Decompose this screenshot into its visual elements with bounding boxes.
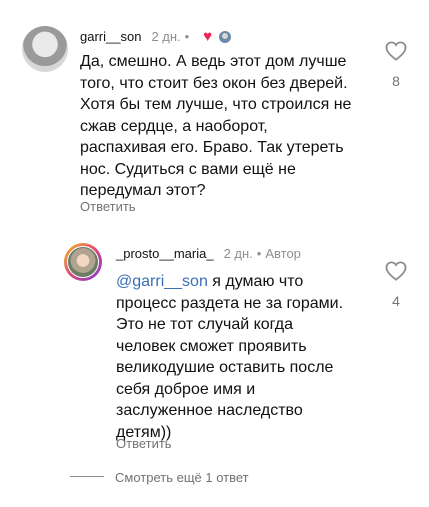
- separator-dot: •: [184, 29, 190, 44]
- reply-button[interactable]: Ответить: [116, 436, 172, 451]
- author-badge: Автор: [265, 246, 301, 261]
- comment-text: @garri__son я думаю что процесс раздета …: [116, 273, 344, 441]
- heart-outline-icon[interactable]: [381, 41, 411, 65]
- heart-filled-icon: ♥: [203, 28, 213, 45]
- avatar-emoji-icon: [218, 30, 232, 44]
- mention-link[interactable]: @garri__son: [116, 273, 208, 290]
- comment-meta: _prosto__maria_ 2 дн. • Автор: [116, 246, 301, 261]
- like-count: 4: [392, 293, 400, 309]
- like-column: 4: [381, 261, 411, 309]
- heart-outline-icon[interactable]: [381, 261, 411, 285]
- separator-dot: •: [256, 246, 262, 261]
- comment-meta: garri__son 2 дн. • ♥: [80, 28, 232, 45]
- username[interactable]: _prosto__maria_: [116, 246, 214, 261]
- avatar[interactable]: [22, 26, 68, 72]
- timestamp: 2 дн.: [223, 246, 253, 261]
- view-more-replies-button[interactable]: Смотреть ещё 1 ответ: [115, 470, 249, 485]
- reply-button[interactable]: Ответить: [80, 199, 136, 214]
- username[interactable]: garri__son: [80, 29, 141, 44]
- timestamp: 2 дн.: [151, 29, 181, 44]
- like-column: 8: [381, 41, 411, 89]
- like-count: 8: [392, 73, 400, 89]
- avatar[interactable]: [64, 243, 102, 281]
- comment-text: Да, смешно. А ведь этот дом лучше того, …: [80, 53, 352, 199]
- divider-line: [70, 476, 104, 477]
